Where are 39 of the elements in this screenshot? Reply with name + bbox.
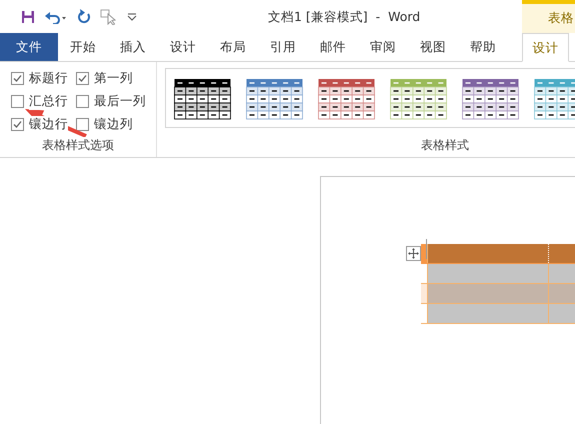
table-style-thumbnail[interactable] xyxy=(246,79,303,120)
ribbon-tab[interactable]: 引用 xyxy=(258,33,308,61)
text-cursor xyxy=(426,239,427,259)
group-label: 表格样式 xyxy=(421,137,469,154)
table-style-thumbnail[interactable] xyxy=(390,79,447,120)
redo-icon[interactable] xyxy=(77,9,91,24)
checkbox-label: 标题行 xyxy=(29,70,68,87)
group-label: 表格样式选项 xyxy=(42,137,114,154)
window-title: 文档1 [兼容模式] - Word xyxy=(268,9,420,26)
checkbox-label: 镶边行 xyxy=(29,116,68,133)
table-style-thumbnail[interactable] xyxy=(462,79,519,120)
ribbon-tab[interactable]: 设计 xyxy=(158,33,208,61)
table-style-thumbnail[interactable] xyxy=(534,79,575,120)
checkbox-label: 汇总行 xyxy=(29,93,68,110)
move-handle-icon[interactable] xyxy=(406,246,421,261)
file-tab[interactable]: 文件 xyxy=(0,33,58,61)
ribbon-tab[interactable]: 开始 xyxy=(58,33,108,61)
checkbox-label: 第一列 xyxy=(94,70,133,87)
checkbox[interactable] xyxy=(11,95,24,108)
touch-mode-icon[interactable] xyxy=(100,8,118,24)
checkbox[interactable] xyxy=(11,72,24,85)
checkbox-label: 镶边列 xyxy=(94,116,133,133)
checkbox-label: 最后一列 xyxy=(94,93,146,110)
ribbon-tab[interactable]: 布局 xyxy=(208,33,258,61)
ribbon-tab[interactable]: 设计 xyxy=(522,33,569,62)
contextual-tab-header: 表格 xyxy=(522,0,575,33)
ribbon-tab[interactable]: 审阅 xyxy=(358,33,408,61)
checkbox[interactable] xyxy=(11,118,24,131)
checkbox[interactable] xyxy=(76,118,89,131)
checkbox[interactable] xyxy=(76,95,89,108)
table-style-thumbnail[interactable] xyxy=(174,79,231,120)
ribbon-tab[interactable]: 插入 xyxy=(108,33,158,61)
ribbon-tab[interactable]: 帮助 xyxy=(458,33,508,61)
ribbon-tab[interactable]: 邮件 xyxy=(308,33,358,61)
ribbon-tab[interactable]: 视图 xyxy=(408,33,458,61)
checkbox[interactable] xyxy=(76,72,89,85)
table-style-thumbnail[interactable] xyxy=(318,79,375,120)
undo-icon[interactable] xyxy=(44,10,68,24)
customize-dropdown-icon[interactable] xyxy=(127,12,137,20)
